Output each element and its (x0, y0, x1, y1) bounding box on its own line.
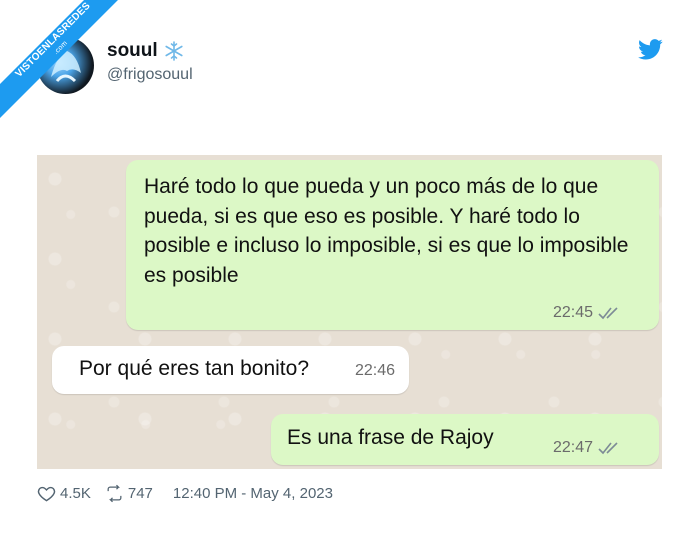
message-time: 22:47 (552, 439, 593, 456)
snowflake-icon (165, 41, 183, 61)
double-check-icon (598, 307, 618, 320)
message-text: Es una frase de Rajoy (287, 426, 494, 449)
like-count: 4.5K (60, 485, 91, 502)
heart-icon (37, 486, 56, 502)
message-time: 22:46 (354, 362, 395, 379)
message-text: Por qué eres tan bonito? (79, 357, 309, 380)
retweet-action[interactable]: 747 (105, 484, 153, 503)
message-bubble-outgoing: Haré todo lo que pueda y un poco más de … (126, 160, 659, 330)
message-time: 22:45 (552, 304, 593, 321)
retweet-count: 747 (127, 485, 153, 502)
chat-screenshot: Haré todo lo que pueda y un poco más de … (37, 155, 662, 469)
site-ribbon-banner: VISTOENLASREDES .com (0, 0, 140, 127)
message-meta: 22:47 (553, 439, 623, 457)
message-bubble-outgoing: Es una frase de Rajoy 22:47 (271, 414, 659, 465)
message-text: Haré todo lo que pueda y un poco más de … (144, 175, 629, 287)
tweet-footer: 4.5K 747 12:40 PM - May 4, 2023 (37, 484, 333, 503)
message-meta: 22:46 (355, 362, 395, 380)
retweet-icon (107, 484, 122, 503)
tweet-timestamp[interactable]: 12:40 PM - May 4, 2023 (173, 485, 333, 502)
message-meta: 22:45 (553, 304, 623, 322)
message-bubble-incoming: Por qué eres tan bonito? 22:46 (52, 346, 409, 394)
twitter-bird-icon[interactable] (638, 39, 663, 60)
double-check-icon (598, 442, 618, 455)
site-ribbon: VISTOENLASREDES .com (0, 0, 140, 140)
like-action[interactable]: 4.5K (37, 484, 91, 503)
ribbon-text: VISTOENLASREDES (13, 0, 93, 80)
